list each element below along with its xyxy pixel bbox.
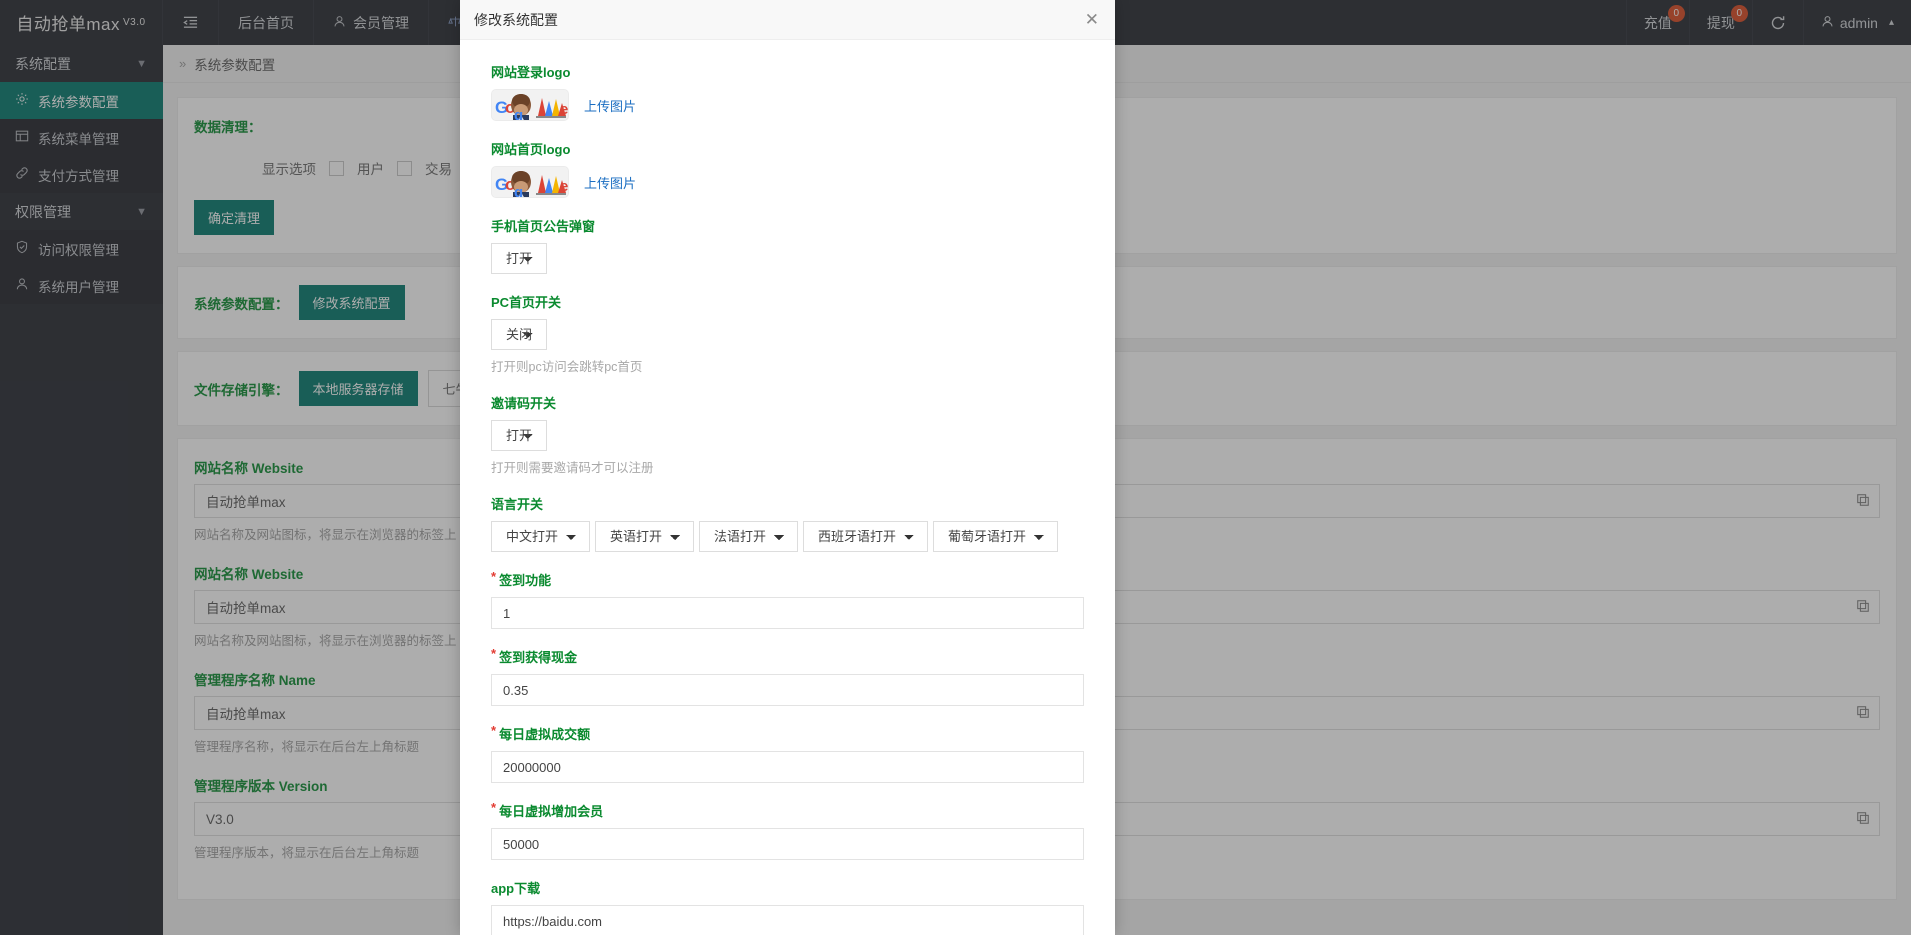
field-invite-code-switch: 邀请码开关 打开 关闭 打开则需要邀请码才可以注册 <box>491 393 1084 476</box>
field-daily-virtual-volume: * 每日虚拟成交额 <box>491 724 1084 783</box>
field-label: 语言开关 <box>491 497 544 512</box>
field-login-logo: 网站登录logo G o g e 上传图片 <box>491 62 1084 121</box>
language-select-row: 中文打开 中文关闭 英语打开 英语关闭 法语打开 法语关闭 西班牙语打开 西班牙… <box>491 521 1084 552</box>
required-asterisk: * <box>491 723 497 738</box>
svg-text:g: g <box>514 184 523 198</box>
field-label: PC首页开关 <box>491 295 562 310</box>
upload-home-logo-link[interactable]: 上传图片 <box>584 173 636 192</box>
field-label: * 签到获得现金 <box>491 647 1084 666</box>
field-help: 打开则需要邀请码才可以注册 <box>491 461 654 475</box>
field-label-text: 每日虚拟成交额 <box>499 727 591 742</box>
modal-title: 修改系统配置 <box>474 11 558 28</box>
daily-virtual-members-input[interactable] <box>491 828 1084 860</box>
field-pc-home-switch: PC首页开关 关闭 打开 打开则pc访问会跳转pc首页 <box>491 292 1084 375</box>
required-asterisk: * <box>491 646 497 661</box>
field-label: * 每日虚拟成交额 <box>491 724 1084 743</box>
field-label-text: 每日虚拟增加会员 <box>499 804 604 819</box>
field-home-logo: 网站首页logo G o g e 上传图片 <box>491 139 1084 198</box>
required-asterisk: * <box>491 800 497 815</box>
mobile-popup-select[interactable]: 打开 关闭 <box>491 243 547 274</box>
login-logo-thumbnail[interactable]: G o g e <box>491 89 569 121</box>
pc-home-switch-select[interactable]: 关闭 打开 <box>491 319 547 350</box>
checkin-function-input[interactable] <box>491 597 1084 629</box>
language-select-portuguese[interactable]: 葡萄牙语打开 葡萄牙语关闭 <box>933 521 1058 552</box>
field-app-download: app下载 <box>491 878 1084 935</box>
edit-system-config-modal: 修改系统配置 ✕ 网站登录logo G o g e 上传图片 网站首页logo … <box>460 0 1115 935</box>
field-label: app下载 <box>491 881 541 896</box>
svg-text:e: e <box>560 178 568 195</box>
field-label: 手机首页公告弹窗 <box>491 219 596 234</box>
svg-text:e: e <box>560 101 568 118</box>
app-root: 自动抢单max V3.0 后台首页 会员管理 充值 0 提现 0 admin ▴… <box>0 0 1911 935</box>
close-icon[interactable]: ✕ <box>1083 7 1101 32</box>
invite-code-switch-select[interactable]: 打开 关闭 <box>491 420 547 451</box>
field-checkin-function: * 签到功能 <box>491 570 1084 629</box>
field-label-text: 签到功能 <box>499 573 552 588</box>
app-download-input[interactable] <box>491 905 1084 935</box>
language-select-english[interactable]: 英语打开 英语关闭 <box>595 521 694 552</box>
field-checkin-cash: * 签到获得现金 <box>491 647 1084 706</box>
checkin-cash-input[interactable] <box>491 674 1084 706</box>
svg-text:g: g <box>514 107 523 121</box>
daily-virtual-volume-input[interactable] <box>491 751 1084 783</box>
field-label: * 签到功能 <box>491 570 1084 589</box>
required-asterisk: * <box>491 569 497 584</box>
language-select-french[interactable]: 法语打开 法语关闭 <box>699 521 798 552</box>
modal-body: 网站登录logo G o g e 上传图片 网站首页logo G o g e 上… <box>460 40 1115 935</box>
field-label: 网站登录logo <box>491 65 571 80</box>
upload-login-logo-link[interactable]: 上传图片 <box>584 96 636 115</box>
field-label: 网站首页logo <box>491 142 571 157</box>
field-label: * 每日虚拟增加会员 <box>491 801 1084 820</box>
modal-header: 修改系统配置 ✕ <box>460 0 1115 40</box>
field-help: 打开则pc访问会跳转pc首页 <box>491 360 643 374</box>
field-label-text: 签到获得现金 <box>499 650 578 665</box>
field-language-switch: 语言开关 中文打开 中文关闭 英语打开 英语关闭 法语打开 法语关闭 <box>491 494 1084 552</box>
language-select-spanish[interactable]: 西班牙语打开 西班牙语关闭 <box>803 521 928 552</box>
language-select-chinese[interactable]: 中文打开 中文关闭 <box>491 521 590 552</box>
field-daily-virtual-members: * 每日虚拟增加会员 <box>491 801 1084 860</box>
home-logo-thumbnail[interactable]: G o g e <box>491 166 569 198</box>
field-label: 邀请码开关 <box>491 396 557 411</box>
field-mobile-popup: 手机首页公告弹窗 打开 关闭 <box>491 216 1084 274</box>
